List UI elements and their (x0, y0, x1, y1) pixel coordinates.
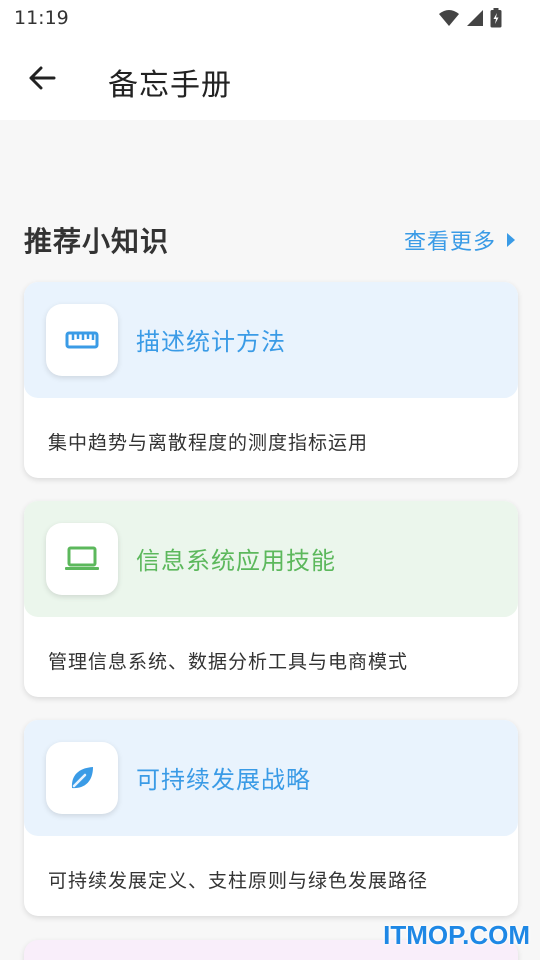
card-icon-box (46, 523, 118, 595)
arrow-left-icon (29, 66, 56, 90)
view-more-link[interactable]: 查看更多 (404, 224, 516, 256)
leaf-icon (71, 767, 93, 789)
card-icon-box (46, 304, 118, 376)
card-icon-box (46, 742, 118, 814)
card-description: 管理信息系统、数据分析工具与电商模式 (48, 651, 409, 673)
battery-icon (490, 8, 502, 28)
laptop-icon (65, 546, 99, 570)
knowledge-card[interactable]: 可持续发展战略 可持续发展定义、支柱原则与绿色发展路径 (24, 720, 518, 916)
knowledge-card[interactable]: 描述统计方法 集中趋势与离散程度的测度指标运用 (24, 282, 518, 478)
watermark: ITMOP.COM (383, 920, 530, 950)
status-time: 11:19 (14, 7, 69, 29)
back-button[interactable] (22, 58, 62, 98)
section-header: 推荐小知识 查看更多 (24, 216, 516, 264)
app-bar: 备忘手册 (0, 36, 540, 120)
card-title: 描述统计方法 (136, 328, 286, 356)
caret-right-icon (507, 233, 515, 247)
card-description: 可持续发展定义、支柱原则与绿色发展路径 (48, 870, 429, 892)
status-bar: 11:19 (0, 0, 540, 36)
card-header: 信息系统应用技能 (24, 501, 518, 617)
cellular-signal-icon (467, 10, 483, 26)
card-header: 可持续发展战略 (24, 720, 518, 836)
view-more-label: 查看更多 (403, 230, 496, 255)
section-title: 推荐小知识 (24, 225, 170, 258)
card-title: 信息系统应用技能 (136, 547, 336, 575)
page-title: 备忘手册 (108, 68, 232, 103)
card-header: 描述统计方法 (24, 282, 518, 398)
card-title: 可持续发展战略 (136, 766, 311, 794)
wifi-icon (439, 10, 459, 26)
ruler-icon (65, 331, 99, 349)
card-description: 集中趋势与离散程度的测度指标运用 (48, 432, 369, 454)
knowledge-card[interactable]: 信息系统应用技能 管理信息系统、数据分析工具与电商模式 (24, 501, 518, 697)
status-icons (438, 8, 502, 28)
